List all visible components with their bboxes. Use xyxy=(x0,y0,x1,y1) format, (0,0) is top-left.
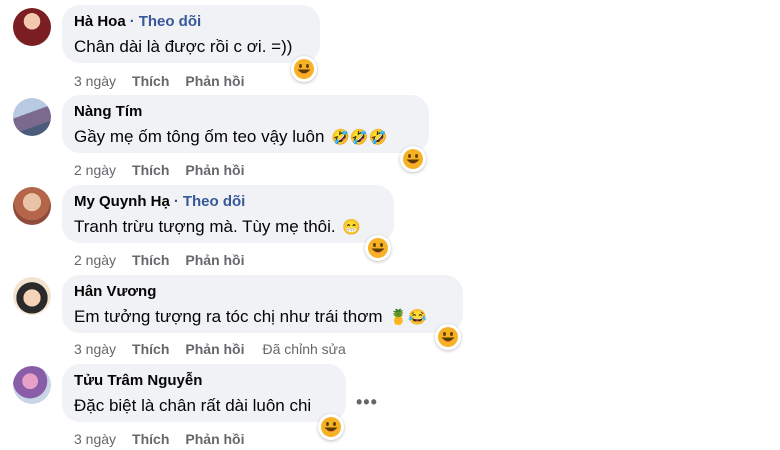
avatar[interactable] xyxy=(13,98,51,136)
reply-button[interactable]: Phản hồi xyxy=(185,162,244,178)
separator-dot: · xyxy=(173,193,179,210)
timestamp[interactable]: 2 ngày xyxy=(74,252,116,268)
reply-button[interactable]: Phản hồi xyxy=(185,252,244,268)
like-button[interactable]: Thích xyxy=(132,431,169,447)
timestamp[interactable]: 3 ngày xyxy=(74,431,116,447)
more-options-button[interactable]: ••• xyxy=(356,392,378,413)
author-name[interactable]: Nàng Tím xyxy=(74,103,142,120)
laugh-reaction-icon[interactable] xyxy=(435,324,461,350)
comment-bubble: Tửu Trâm Nguyễn Đặc biệt là chân rất dài… xyxy=(62,364,346,422)
laugh-reaction-icon[interactable] xyxy=(365,235,391,261)
like-button[interactable]: Thích xyxy=(132,162,169,178)
like-button[interactable]: Thích xyxy=(132,341,169,357)
comment-text: Đặc biệt là chân rất dài luôn chi xyxy=(74,396,312,415)
comment-text: Em tưởng tượng ra tóc chị như trái thơm xyxy=(74,307,383,326)
comment-bubble: My Quynh Hạ · Theo dõi Tranh trừu tượng mà… xyxy=(62,185,394,243)
emoji: 🍍😂 xyxy=(389,309,427,326)
comment-bubble: Nàng Tím Gầy mẹ ốm tông ốm teo vậy luôn … xyxy=(62,95,429,153)
comment: Tửu Trâm Nguyễn Đặc biệt là chân rất dài… xyxy=(0,0,780,447)
laugh-reaction-icon[interactable] xyxy=(318,414,344,440)
author-name[interactable]: Tửu Trâm Nguyễn xyxy=(74,372,202,389)
author-name[interactable]: Hân Vương xyxy=(74,283,156,300)
comment-meta: 3 ngày Thích Phản hồi Đã chỉnh sửa xyxy=(74,340,346,358)
like-button[interactable]: Thích xyxy=(132,252,169,268)
avatar[interactable] xyxy=(13,366,51,404)
avatar[interactable] xyxy=(13,277,51,315)
avatar[interactable] xyxy=(13,187,51,225)
timestamp[interactable]: 2 ngày xyxy=(74,162,116,178)
comment-meta: 3 ngày Thích Phản hồi xyxy=(74,430,245,448)
comment-text: Tranh trừu tượng mà. Tùy mẹ thôi. xyxy=(74,217,336,236)
timestamp[interactable]: 3 ngày xyxy=(74,341,116,357)
laugh-reaction-icon[interactable] xyxy=(400,146,426,172)
comment-meta: 2 ngày Thích Phản hồi xyxy=(74,251,245,269)
reply-button[interactable]: Phản hồi xyxy=(185,431,244,447)
comment-meta: 2 ngày Thích Phản hồi xyxy=(74,161,245,179)
reply-button[interactable]: Phản hồi xyxy=(185,341,244,357)
author-name[interactable]: My Quynh Hạ xyxy=(74,193,170,210)
emoji: 🤣🤣🤣 xyxy=(331,129,388,146)
comment-text: Gầy mẹ ốm tông ốm teo vậy luôn xyxy=(74,127,325,146)
edited-label[interactable]: Đã chỉnh sửa xyxy=(263,341,346,357)
comment-bubble: Hân Vương Em tưởng tượng ra tóc chị như … xyxy=(62,275,463,333)
emoji: 😁 xyxy=(342,219,362,236)
follow-link[interactable]: Theo dõi xyxy=(183,193,246,210)
